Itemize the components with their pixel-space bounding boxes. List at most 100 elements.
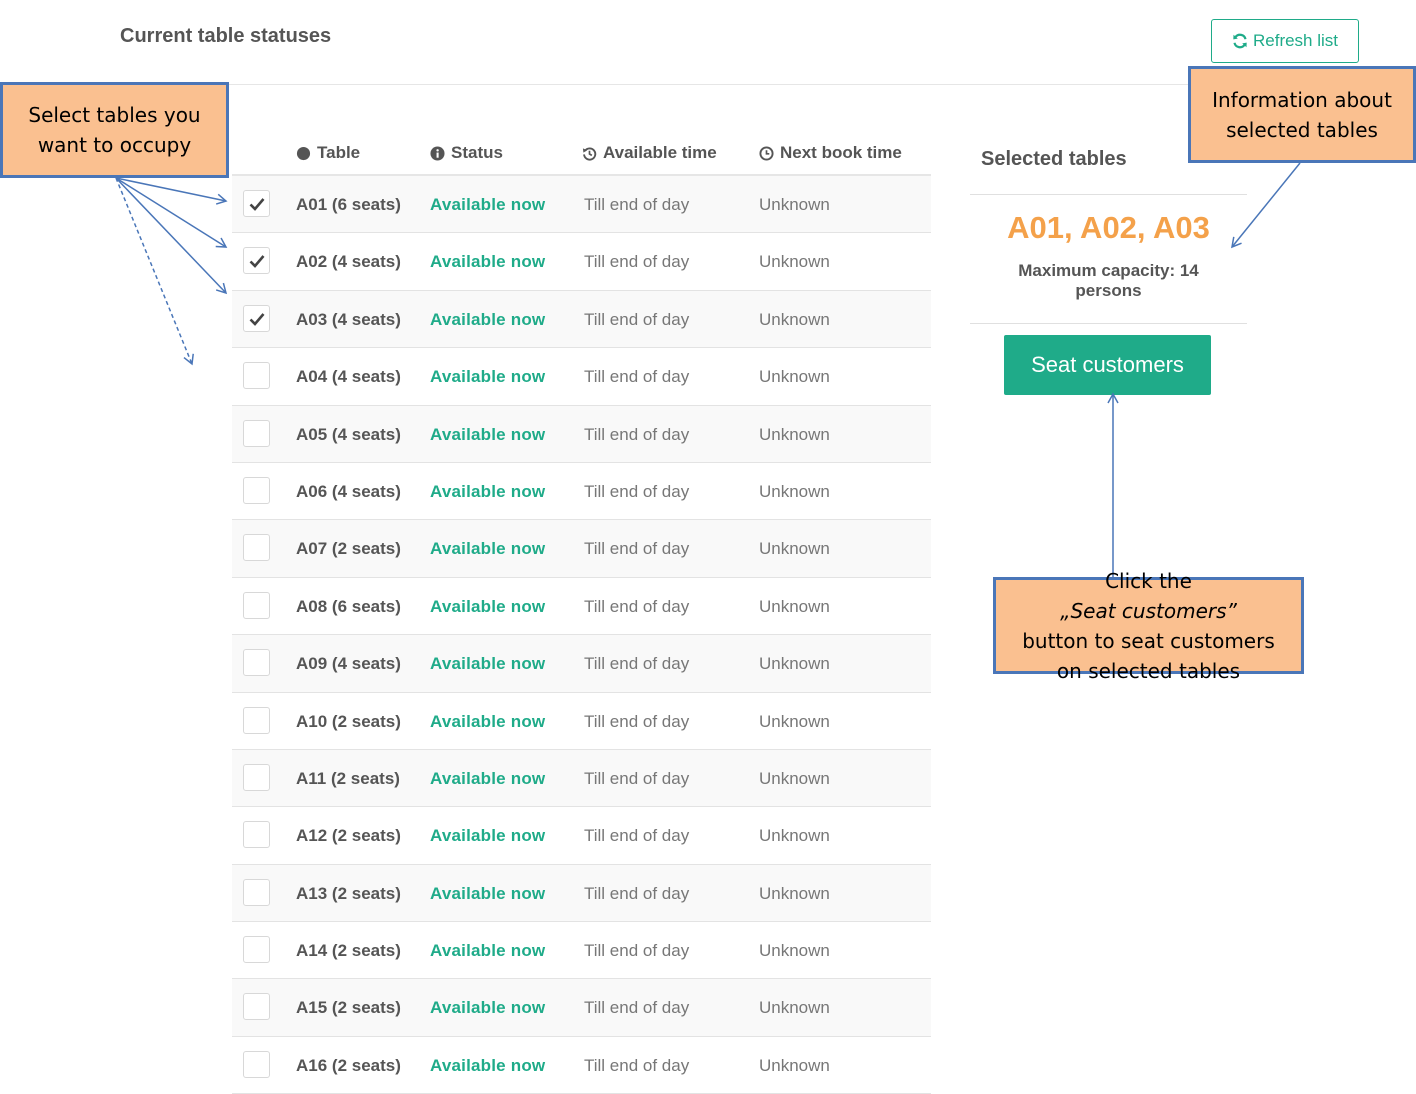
clock-icon: [759, 145, 774, 161]
table-select-checkbox[interactable]: [243, 419, 270, 447]
maximum-capacity: Maximum capacity: 14 persons: [1018, 261, 1199, 300]
table-row[interactable]: A11 (2 seats) Available now Till end of da…: [232, 749, 931, 808]
table-name: A01 (6 seats): [296, 195, 401, 214]
check-icon: [249, 198, 265, 211]
table-status: Available now: [430, 1055, 546, 1075]
table-select-checkbox[interactable]: [243, 649, 270, 677]
table-status: Available now: [430, 195, 546, 214]
callout-text: Click the: [1105, 568, 1192, 593]
annotation-arrow: [115, 177, 194, 366]
column-header-table[interactable]: Table: [296, 143, 360, 163]
table-next-book-time: Unknown: [759, 941, 830, 961]
callout-seat-customers: Click the „Seat customers” button to sea…: [993, 569, 1304, 683]
table-select-checkbox[interactable]: [243, 1050, 270, 1078]
table-next-book-time: Unknown: [759, 252, 830, 272]
table-status: Available now: [430, 596, 546, 616]
table-select-checkbox[interactable]: [243, 362, 270, 390]
table-row[interactable]: A14 (2 seats) Available now Till end of da…: [232, 922, 931, 980]
table-select-checkbox[interactable]: [243, 304, 270, 332]
table-name: A07 (2 seats): [296, 539, 401, 559]
table-name: A10 (2 seats): [296, 711, 401, 731]
table-available-time: Till end of day: [584, 195, 690, 214]
table-next-book-time: Unknown: [759, 998, 830, 1018]
table-next-book-time: Unknown: [759, 826, 830, 846]
column-header-next-book-time-label: Next book time: [780, 143, 902, 162]
table-next-book-time: Unknown: [759, 883, 830, 903]
table-row[interactable]: A01 (6 seats) Available now Till end of da…: [232, 176, 931, 234]
table-status: Available now: [430, 252, 546, 272]
table-status: Available now: [430, 539, 546, 559]
callout-text: on selected tables: [1056, 658, 1241, 683]
table-status: Available now: [430, 424, 546, 444]
table-name: A11 (2 seats): [296, 768, 400, 788]
table-select-checkbox[interactable]: [243, 534, 270, 562]
table-select-checkbox[interactable]: [243, 706, 270, 734]
callout-text: selected tables: [1226, 117, 1378, 142]
refresh-icon: [1233, 33, 1247, 49]
table-available-time: Till end of day: [584, 252, 690, 272]
table-select-checkbox[interactable]: [243, 476, 270, 504]
column-header-next-book-time[interactable]: Next book time: [759, 143, 902, 163]
table-select-checkbox[interactable]: [243, 190, 270, 217]
annotation-arrow: [115, 177, 228, 248]
table-next-book-time: Unknown: [759, 711, 830, 731]
seat-customers-button[interactable]: Seat customers: [1004, 335, 1211, 395]
column-header-available-time[interactable]: Available time: [582, 143, 717, 163]
refresh-list-label: Refresh list: [1252, 31, 1339, 50]
table-available-time: Till end of day: [584, 539, 690, 559]
annotation-arrow: [115, 177, 228, 295]
refresh-list-button[interactable]: Refresh list: [1211, 19, 1359, 63]
table-status-list: Table Status Available time Next book ti…: [232, 130, 931, 1094]
table-body: A01 (6 seats) Available now Till end of da…: [232, 176, 931, 1094]
table-select-checkbox[interactable]: [243, 247, 270, 275]
info-icon: [430, 145, 445, 161]
table-name: A14 (2 seats): [296, 941, 401, 961]
table-select-checkbox[interactable]: [243, 591, 270, 619]
table-next-book-time: Unknown: [759, 654, 830, 674]
table-available-time: Till end of day: [584, 998, 690, 1018]
table-row[interactable]: A02 (4 seats) Available now Till end of da…: [232, 233, 931, 291]
table-row[interactable]: A03 (4 seats) Available now Till end of da…: [232, 290, 931, 349]
table-row[interactable]: A10 (2 seats) Available now Till end of da…: [232, 693, 931, 750]
table-name: A06 (4 seats): [296, 481, 401, 501]
table-row[interactable]: A06 (4 seats) Available now Till end of da…: [232, 463, 931, 521]
column-header-status[interactable]: Status: [430, 143, 503, 163]
table-select-checkbox[interactable]: [243, 821, 270, 849]
selected-tables-value: A01, A02, A03: [1007, 210, 1210, 245]
table-select-checkbox[interactable]: [243, 936, 270, 964]
table-status: Available now: [430, 481, 546, 501]
check-icon: [249, 312, 265, 326]
table-available-time: Till end of day: [584, 309, 690, 329]
table-name: A04 (4 seats): [296, 367, 401, 387]
callout-text: Information about: [1212, 87, 1392, 112]
selected-tables-heading: Selected tables: [981, 148, 1127, 170]
check-icon: [249, 255, 265, 269]
table-row[interactable]: A12 (2 seats) Available now Till end of da…: [232, 807, 931, 865]
table-select-checkbox[interactable]: [243, 878, 270, 906]
table-next-book-time: Unknown: [759, 424, 830, 444]
table-status: Available now: [430, 367, 546, 387]
table-row[interactable]: A08 (6 seats) Available now Till end of da…: [232, 578, 931, 636]
table-name: A08 (6 seats): [296, 596, 401, 616]
table-available-time: Till end of day: [584, 367, 690, 387]
table-select-checkbox[interactable]: [243, 993, 270, 1021]
annotation-arrow: [115, 177, 228, 205]
table-row[interactable]: A05 (4 seats) Available now Till end of da…: [232, 405, 931, 463]
table-row[interactable]: A07 (2 seats) Available now Till end of da…: [232, 520, 931, 578]
table-row[interactable]: A09 (4 seats) Available now Till end of da…: [232, 635, 931, 693]
table-name: A05 (4 seats): [296, 424, 401, 444]
table-name: A16 (2 seats): [296, 1055, 401, 1075]
table-name: A03 (4 seats): [296, 309, 401, 329]
table-row[interactable]: A16 (2 seats) Available now Till end of da…: [232, 1037, 931, 1094]
table-row[interactable]: A04 (4 seats) Available now Till end of da…: [232, 348, 931, 406]
table-select-checkbox[interactable]: [243, 763, 270, 791]
table-available-time: Till end of day: [584, 654, 690, 674]
circle-icon: [296, 146, 311, 160]
table-next-book-time: Unknown: [759, 1055, 830, 1075]
callout-emphasis: „Seat customers”: [1060, 598, 1237, 623]
callout-text: button to seat customers: [1022, 628, 1275, 653]
table-row[interactable]: A15 (2 seats) Available now Till end of da…: [232, 979, 931, 1037]
table-row[interactable]: A13 (2 seats) Available now Till end of da…: [232, 864, 931, 923]
table-available-time: Till end of day: [584, 883, 690, 903]
table-available-time: Till end of day: [584, 481, 690, 501]
